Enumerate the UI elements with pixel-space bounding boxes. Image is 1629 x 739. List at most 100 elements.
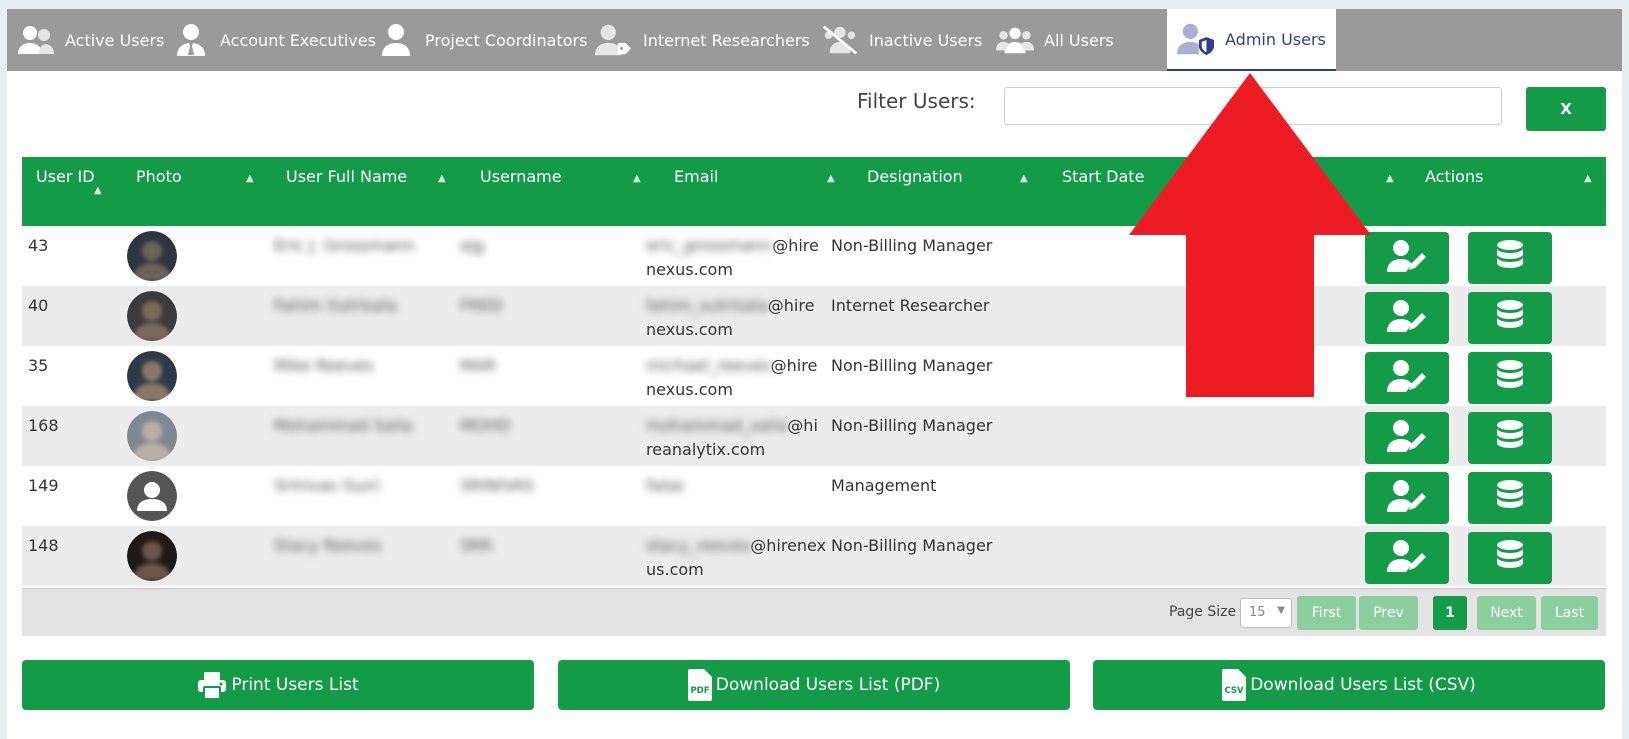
user-edit-icon [1387,479,1427,517]
avatar [127,471,177,521]
tab-admin-users[interactable]: Admin Users [1167,9,1336,71]
page-size-label: Page Size [1169,604,1237,620]
user-edit-icon [1387,419,1427,457]
column-header-actions[interactable]: Actions [1425,165,1483,189]
download-csv-button[interactable]: CSV Download Users List (CSV) [1093,660,1605,710]
tab-label: Inactive Users [869,30,983,50]
tab-all-users[interactable]: All Users [996,9,1114,71]
user-database-button[interactable] [1468,292,1552,344]
tab-label: Project Coordinators [425,30,588,50]
username-cell: SRR [460,536,493,555]
email-cell: fahim_sutrisala@hire nexus.com [646,294,826,342]
user-id-cell: 40 [28,296,49,315]
prev-page-button[interactable]: Prev [1359,596,1418,630]
full-name-cell: Mohammad Salia [274,416,413,435]
edit-user-button[interactable] [1365,532,1449,584]
avatar [127,531,177,581]
database-icon [1496,360,1524,396]
user-edit-icon [1387,539,1427,577]
email-domain-part2: reanalytix.com [646,440,766,459]
tab-project-coordinators[interactable]: Project Coordinators [377,9,587,71]
database-icon [1496,480,1524,516]
user-database-button[interactable] [1468,472,1552,524]
users-icon [17,22,55,58]
next-page-button[interactable]: Next [1477,596,1536,630]
designation-cell: Internet Researcher [831,296,990,315]
edit-user-button[interactable] [1365,412,1449,464]
red-arrow-annotation [1129,73,1371,397]
user-database-button[interactable] [1468,232,1552,284]
table-row: 148 Stacy Reeves SRR stacy_reeves@hirene… [22,526,1606,586]
sort-icon[interactable]: ▲ [246,173,254,184]
sort-icon[interactable]: ▲ [633,173,641,184]
tab-label: Admin Users [1225,29,1326,49]
last-page-button[interactable]: Last [1541,596,1598,630]
user-tabs-bar: Active Users Account Executives Project … [7,9,1622,71]
email-cell: stacy_reeves@hirenex us.com [646,534,826,582]
clear-filter-button[interactable]: X [1526,87,1606,131]
user-edit-icon [1387,359,1427,397]
tab-inactive-users[interactable]: Inactive Users [821,9,982,71]
designation-cell: Non-Billing Manager [831,416,993,435]
sort-icon[interactable]: ▲ [438,173,446,184]
csv-file-icon: CSV [1222,669,1247,701]
sort-icon[interactable]: ▲ [827,173,835,184]
edit-user-button[interactable] [1365,472,1449,524]
edit-user-button[interactable] [1365,232,1449,284]
tab-label: Internet Researchers [643,30,810,50]
user-database-button[interactable] [1468,412,1552,464]
avatar [127,231,177,281]
page-size-select[interactable]: 15 ▼ [1240,598,1292,628]
user-shield-icon [1177,21,1215,57]
column-header-full-name[interactable]: User Full Name [286,165,407,189]
username-cell: MAR [460,356,496,375]
column-header-designation[interactable]: Designation [867,165,963,189]
user-database-button[interactable] [1468,532,1552,584]
username-cell: MOHD [460,416,511,435]
user-tie-icon [172,22,210,58]
printer-icon [197,670,227,700]
user-edit-icon [1387,299,1427,337]
avatar [127,291,177,341]
button-label: Download Users List (PDF) [715,675,941,695]
edit-user-button[interactable] [1365,292,1449,344]
print-users-list-button[interactable]: Print Users List [22,660,534,710]
table-row: 149 Srinivas Guni SRINIVAS false Managem… [22,466,1606,526]
page-frame: Active Users Account Executives Project … [7,9,1622,739]
user-edit-icon [1387,239,1427,277]
email-cell: michael_reeves@hire nexus.com [646,354,826,402]
email-user: mohammad_salia [646,416,788,435]
username-cell: ejg [460,236,485,255]
sort-icon[interactable]: ▲ [1584,173,1592,184]
first-page-button[interactable]: First [1297,596,1356,630]
tab-label: All Users [1044,30,1114,50]
page-1-button[interactable]: 1 [1433,596,1467,630]
sort-icon[interactable]: ▲ [94,185,102,196]
avatar [127,351,177,401]
svg-text:PDF: PDF [690,686,709,696]
column-header-photo[interactable]: Photo [136,165,182,189]
download-pdf-button[interactable]: PDF Download Users List (PDF) [558,660,1070,710]
tab-label: Active Users [65,30,165,50]
button-label: Download Users List (CSV) [1250,675,1476,695]
tab-account-executives[interactable]: Account Executives [172,9,376,71]
pagination-bar: Page Size 15 ▼ First Prev 1 Next Last [22,588,1606,636]
email-user: fahim_sutrisala [646,296,768,315]
tab-active-users[interactable]: Active Users [17,9,164,71]
column-header-username[interactable]: Username [480,165,562,189]
filter-label: Filter Users: [857,89,976,113]
edit-user-button[interactable] [1365,352,1449,404]
username-cell: SRINIVAS [460,476,534,495]
designation-cell: Management [831,476,937,495]
column-header-email[interactable]: Email [674,165,718,189]
sort-icon[interactable]: ▲ [1386,173,1394,184]
designation-cell: Non-Billing Manager [831,356,993,375]
user-id-cell: 43 [28,236,49,255]
full-name-cell: Mike Reeves [274,356,374,375]
tab-internet-researchers[interactable]: Internet Researchers [595,9,810,71]
user-database-button[interactable] [1468,352,1552,404]
full-name-cell: Srinivas Guni [274,476,380,495]
database-icon [1496,240,1524,276]
column-header-user-id[interactable]: User ID [36,165,96,189]
sort-icon[interactable]: ▲ [1020,173,1028,184]
